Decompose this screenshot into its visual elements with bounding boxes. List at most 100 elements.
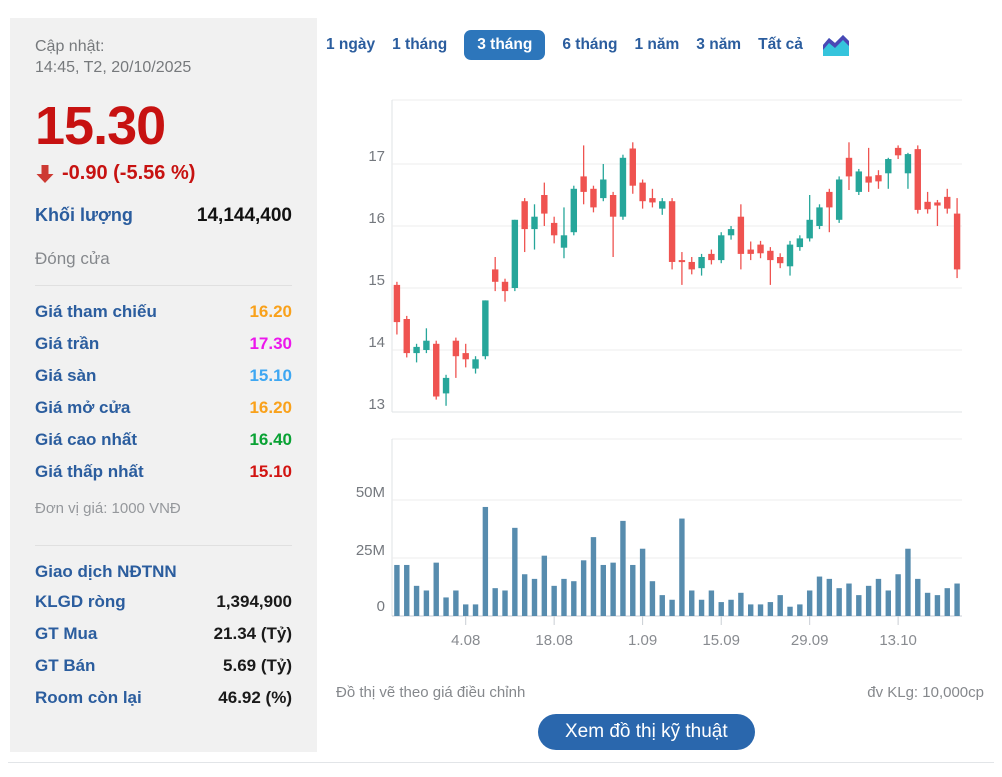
price-row: Giá trần17.30 xyxy=(35,328,292,360)
price-volume-chart[interactable]: 1314151617025M50M4.0818.081.0915.0929.09… xyxy=(330,90,992,660)
range-tabs: 1 ngày 1 tháng 3 tháng 6 tháng 1 năm 3 năm Tất… xyxy=(326,30,852,60)
candle-body xyxy=(698,257,704,268)
range-tab-5[interactable]: 1 năm xyxy=(634,36,679,54)
volume-bar xyxy=(581,560,586,616)
volume-bar xyxy=(414,586,419,616)
volume-bar xyxy=(856,595,861,616)
foreign-trading-table: KLGD ròng1,394,900GT Mua21.34 (Tỷ)GT Bán… xyxy=(35,586,292,714)
volume-bar xyxy=(424,590,429,616)
range-tab-6[interactable]: 3 năm xyxy=(696,36,741,54)
volume-bar xyxy=(709,590,714,616)
x-axis-tick-label: 29.09 xyxy=(791,632,829,649)
volume-bar xyxy=(630,565,635,616)
volume-bar xyxy=(669,600,674,616)
range-tab-7[interactable]: Tất cả xyxy=(758,36,803,54)
candle-body xyxy=(571,189,577,232)
candle-body xyxy=(521,201,527,229)
volume-bar xyxy=(935,595,940,616)
x-axis-tick-label: 1.09 xyxy=(628,632,657,649)
volume-value: 14,144,400 xyxy=(197,205,292,227)
candle-body xyxy=(590,189,596,208)
candle-body xyxy=(826,192,832,208)
volume-bar xyxy=(551,586,556,616)
candle-body xyxy=(895,148,901,155)
volume-bar xyxy=(591,537,596,616)
volume-bar xyxy=(532,579,537,616)
down-arrow-icon xyxy=(35,164,55,184)
volume-bar xyxy=(483,507,488,616)
volume-bar xyxy=(522,574,527,616)
foreign-row-value: 46.92 (%) xyxy=(218,688,292,708)
candle-body xyxy=(610,195,616,217)
foreign-row-value: 21.34 (Tỷ) xyxy=(214,624,292,644)
candle-body xyxy=(767,251,773,260)
candle-body xyxy=(561,235,567,247)
foreign-row: Room còn lại46.92 (%) xyxy=(35,682,292,714)
price-ytick-label: 14 xyxy=(368,334,385,351)
x-axis-tick-label: 13.10 xyxy=(879,632,917,649)
candle-body xyxy=(846,158,852,177)
candle-body xyxy=(905,154,911,173)
volume-bar xyxy=(777,595,782,616)
x-axis-tick-label: 15.09 xyxy=(702,632,740,649)
volume-bar xyxy=(728,600,733,616)
candle-body xyxy=(404,319,410,353)
volume-unit-note: đv KLg: 10,000cp xyxy=(867,684,984,701)
volume-bar xyxy=(925,593,930,616)
candle-body xyxy=(875,175,881,181)
candle-body xyxy=(679,260,685,262)
candle-body xyxy=(492,269,498,281)
candle-body xyxy=(639,183,645,202)
range-tab-1[interactable]: 1 ngày xyxy=(326,36,375,54)
range-tab-4[interactable]: 6 tháng xyxy=(562,36,617,54)
bottom-divider xyxy=(8,762,994,763)
price-row-value: 15.10 xyxy=(249,462,292,482)
divider xyxy=(35,545,292,546)
volume-bar xyxy=(571,581,576,616)
volume-bar xyxy=(679,519,684,616)
volume-bar xyxy=(650,581,655,616)
candle-body xyxy=(915,149,921,210)
price-row-value: 17.30 xyxy=(249,334,292,354)
session-state: Đóng cửa xyxy=(35,249,292,269)
divider xyxy=(35,285,292,286)
price-row-label: Giá sàn xyxy=(35,366,96,386)
candle-body xyxy=(806,220,812,239)
volume-bar xyxy=(797,604,802,616)
volume-bar xyxy=(719,602,724,616)
candle-body xyxy=(954,214,960,270)
price-row-label: Giá thấp nhất xyxy=(35,462,144,482)
volume-bar xyxy=(492,588,497,616)
volume-ytick-label: 50M xyxy=(356,484,385,501)
volume-ytick-label: 0 xyxy=(377,598,385,615)
volume-bar xyxy=(473,604,478,616)
volume-label: Khối lượng xyxy=(35,205,133,226)
price-row: Giá thấp nhất 15.10 xyxy=(35,456,292,488)
view-technical-chart-button[interactable]: Xem đồ thị kỹ thuật xyxy=(538,714,755,750)
candle-body xyxy=(728,229,734,235)
volume-bar xyxy=(807,590,812,616)
volume-row: Khối lượng 14,144,400 xyxy=(35,205,292,227)
volume-bar xyxy=(542,556,547,616)
candle-body xyxy=(482,300,488,356)
volume-bar xyxy=(954,584,959,616)
candle-body xyxy=(580,176,586,192)
candle-body xyxy=(423,341,429,350)
range-tab-2[interactable]: 1 tháng xyxy=(392,36,447,54)
volume-bar xyxy=(620,521,625,616)
x-axis-tick-label: 4.08 xyxy=(451,632,480,649)
price-row-value: 16.20 xyxy=(249,302,292,322)
candle-body xyxy=(551,223,557,235)
price-row: Giá cao nhất16.40 xyxy=(35,424,292,456)
volume-bar xyxy=(502,590,507,616)
range-tab-3[interactable]: 3 tháng xyxy=(464,30,545,60)
area-chart-icon[interactable] xyxy=(820,31,852,59)
foreign-row-label: GT Bán xyxy=(35,656,95,676)
volume-bar xyxy=(689,590,694,616)
price-change: -0.90 (-5.56 %) xyxy=(62,162,195,185)
candle-body xyxy=(463,353,469,359)
volume-bar xyxy=(768,602,773,616)
candle-body xyxy=(443,378,449,394)
candle-body xyxy=(512,220,518,288)
volume-bar xyxy=(453,590,458,616)
